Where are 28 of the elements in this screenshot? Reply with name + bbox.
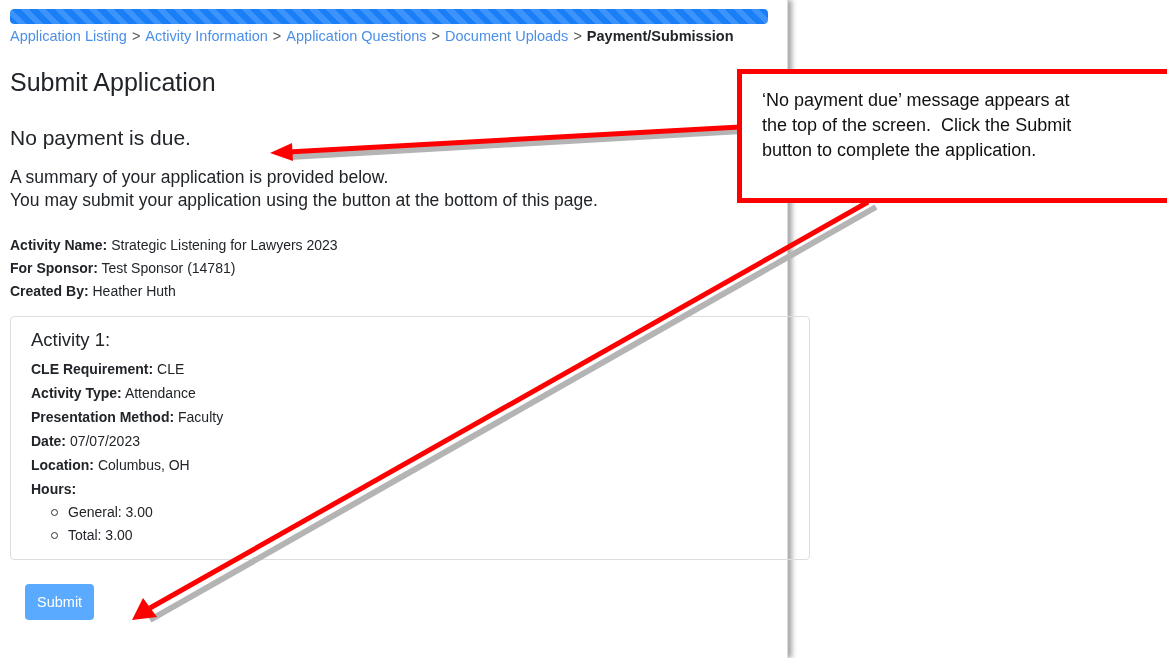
activity-title: Activity 1: bbox=[31, 328, 112, 352]
breadcrumb-current: Payment/Submission bbox=[586, 28, 734, 44]
summary-line: For Sponsor: Test Sponsor (14781) bbox=[10, 259, 236, 278]
intro-text: A summary of your application is provided below. bbox=[10, 166, 389, 189]
hours-item: General: 3.00 bbox=[68, 503, 153, 522]
page-title: Submit Application bbox=[10, 68, 216, 97]
hours-label: Hours: bbox=[31, 480, 78, 499]
breadcrumb-link[interactable]: Application Listing bbox=[10, 28, 127, 44]
breadcrumb-separator: > bbox=[272, 28, 282, 44]
summary-line: Created By: Heather Huth bbox=[10, 282, 176, 301]
hours-item: Total: 3.00 bbox=[68, 526, 133, 545]
breadcrumb-separator: > bbox=[431, 28, 441, 44]
callout-text: button to complete the application. bbox=[762, 139, 1038, 162]
breadcrumb-link[interactable]: Document Uploads bbox=[445, 28, 569, 44]
breadcrumb-link[interactable]: Application Questions bbox=[286, 28, 427, 44]
activity-detail: Date: 07/07/2023 bbox=[31, 432, 141, 451]
payment-notice: No payment is due. bbox=[10, 126, 191, 150]
breadcrumb-link[interactable]: Activity Information bbox=[145, 28, 268, 44]
breadcrumb-separator: > bbox=[573, 28, 582, 44]
activity-detail: Location: Columbus, OH bbox=[31, 456, 191, 475]
callout-text: the top of the screen. Click the Submit bbox=[762, 114, 1073, 137]
activity-detail: Presentation Method: Faculty bbox=[31, 408, 225, 427]
activity-detail: Activity Type: Attendance bbox=[31, 384, 197, 403]
intro-text: You may submit your application using the button at the bottom of this page. bbox=[10, 189, 598, 212]
callout-text: ‘No payment due’ message appears at bbox=[762, 89, 1071, 112]
activity-detail: CLE Requirement: CLE bbox=[31, 360, 186, 379]
summary-line: Activity Name: Strategic Listening for Lawyers 2023 bbox=[10, 236, 338, 255]
breadcrumb-separator: > bbox=[131, 28, 141, 44]
